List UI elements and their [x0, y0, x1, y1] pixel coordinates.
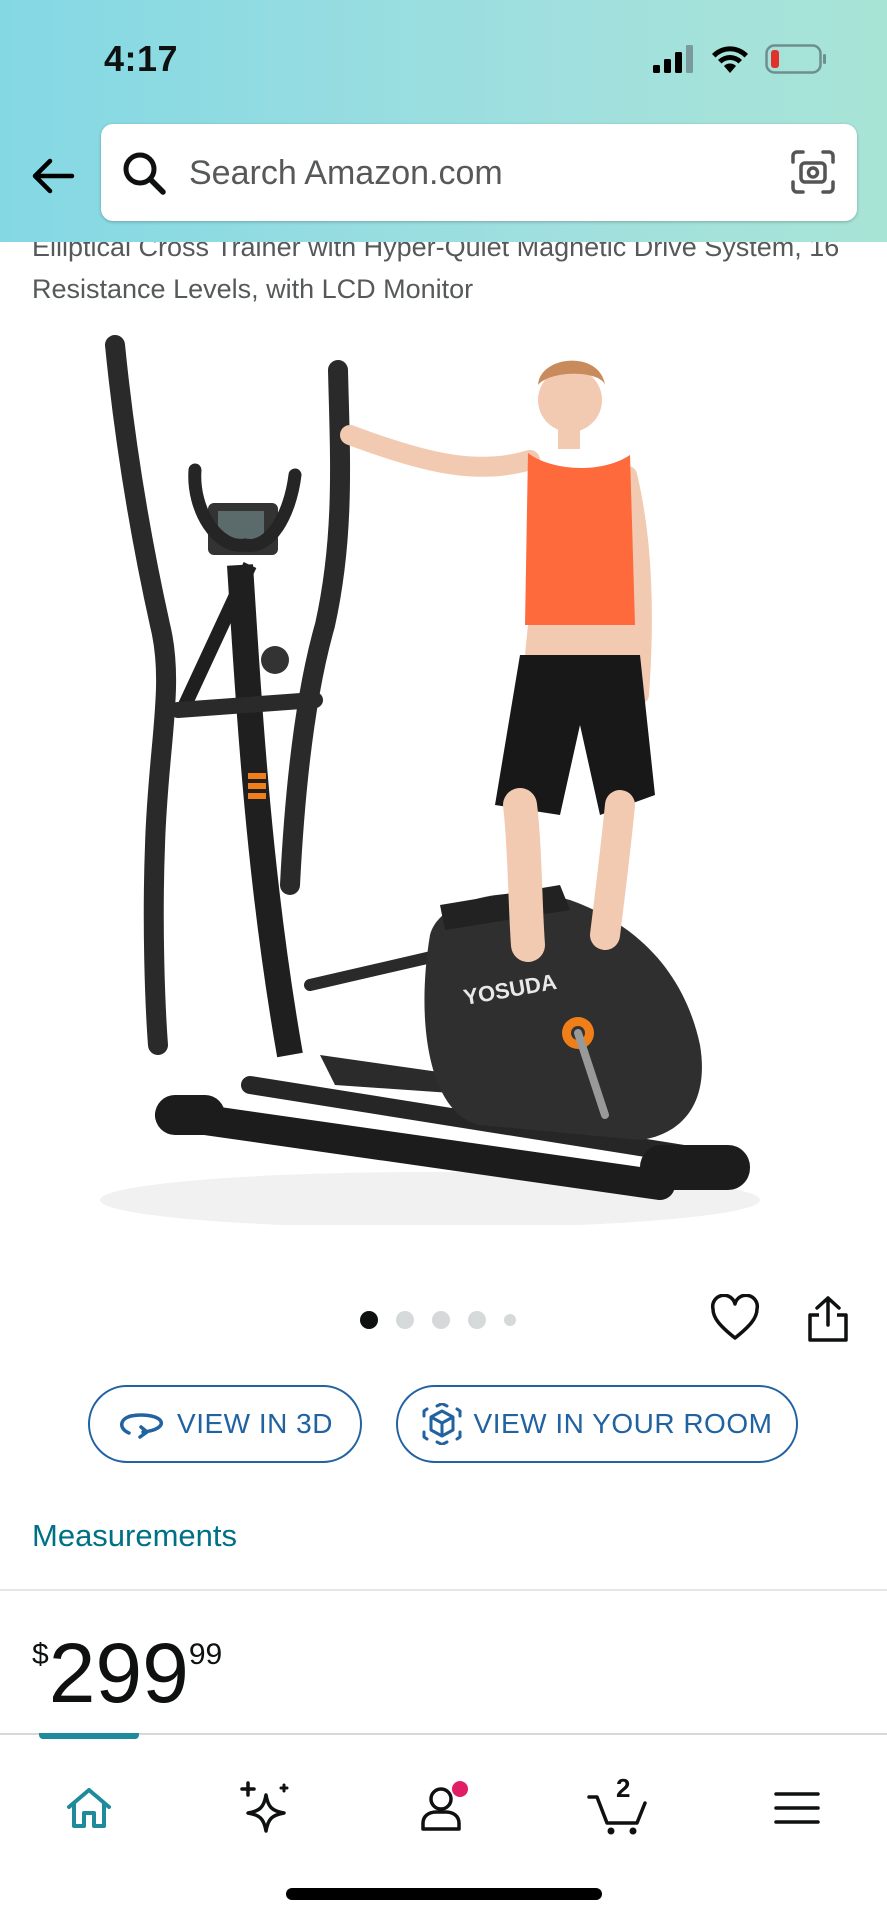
rotate-3d-icon — [120, 1413, 163, 1439]
arrow-left-icon[interactable] — [28, 152, 76, 200]
status-icons — [651, 44, 827, 74]
nav-menu[interactable] — [762, 1773, 832, 1843]
sparkle-icon — [240, 1781, 289, 1833]
section-divider — [0, 1589, 887, 1591]
battery-icon — [765, 44, 826, 74]
top-bar: 4:17 Search Amazon.com — [0, 0, 887, 242]
price-whole: 299 — [48, 1626, 189, 1720]
nav-cart[interactable]: 2 — [584, 1773, 654, 1843]
search-bar[interactable]: Search Amazon.com — [101, 124, 857, 221]
view-in-room-label: VIEW IN YOUR ROOM — [473, 1408, 773, 1439]
view-in-room-button[interactable]: VIEW IN YOUR ROOM — [396, 1385, 798, 1463]
price: $ 299 99 — [32, 1626, 222, 1720]
account-icon — [421, 1781, 468, 1831]
price-symbol: $ — [32, 1638, 49, 1671]
ar-cube-icon — [422, 1403, 462, 1445]
carousel-dots[interactable] — [360, 1311, 516, 1329]
heart-icon[interactable] — [710, 1294, 760, 1344]
carousel-dot[interactable] — [396, 1311, 414, 1329]
carousel-dot[interactable] — [468, 1311, 486, 1329]
cart-count: 2 — [616, 1773, 631, 1803]
share-icon[interactable] — [806, 1294, 850, 1344]
nav-home[interactable] — [54, 1773, 124, 1843]
bottom-nav: 2 — [0, 1733, 887, 1922]
nav-sparkle[interactable] — [230, 1773, 300, 1843]
view-in-3d-label: VIEW IN 3D — [177, 1408, 333, 1439]
wifi-icon — [712, 46, 748, 73]
signal-icon — [653, 45, 693, 73]
home-icon — [67, 1788, 111, 1828]
camera-scan-icon[interactable] — [789, 148, 837, 196]
search-placeholder[interactable]: Search Amazon.com — [189, 154, 503, 193]
notification-badge — [452, 1781, 468, 1797]
carousel-dot[interactable] — [360, 1311, 378, 1329]
carousel-dot[interactable] — [432, 1311, 450, 1329]
active-tab-indicator — [39, 1733, 139, 1739]
price-fraction: 99 — [188, 1638, 223, 1671]
search-icon — [123, 152, 166, 195]
nav-account[interactable] — [408, 1773, 478, 1843]
product-image[interactable]: YOSUDA — [100, 325, 800, 1225]
view-in-3d-button[interactable]: VIEW IN 3D — [88, 1385, 362, 1463]
carousel-dot[interactable] — [504, 1314, 516, 1326]
measurements-link[interactable]: Measurements — [32, 1518, 237, 1554]
home-indicator[interactable] — [286, 1888, 602, 1900]
status-time: 4:17 — [104, 38, 179, 79]
menu-icon — [774, 1792, 820, 1824]
